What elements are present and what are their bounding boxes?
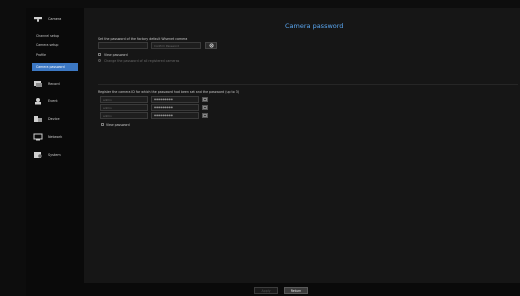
event-icon [33,97,43,105]
camera-id-input[interactable]: admin [100,104,148,111]
view-password-label-2: View password [106,123,130,127]
apply-factory-password-button[interactable] [205,42,217,49]
sidebar: Camera Channel setup Camera setup Profil… [26,8,84,288]
sidebar-category-camera[interactable]: Camera [26,12,84,26]
register-row-button[interactable] [202,97,208,102]
sidebar-category-label: Camera [48,17,62,21]
sidebar-item-camera-setup[interactable]: Camera setup [34,41,80,49]
camera-icon [33,15,43,23]
camera-password-input[interactable]: ●●●●●●●●● [151,112,199,119]
sidebar-category-system[interactable]: System [26,148,84,162]
sidebar-category-event[interactable]: Event [26,94,84,108]
sidebar-category-network[interactable]: Network [26,130,84,144]
sidebar-item-channel-setup[interactable]: Channel setup [34,32,80,40]
system-icon [33,151,43,159]
sidebar-category-label: Event [48,99,58,103]
gear-icon [208,43,214,48]
sidebar-item-camera-password[interactable]: Camera password [32,63,78,71]
register-camera-label: Register the camera ID for which the pas… [98,90,239,94]
sidebar-category-label: System [48,153,61,157]
view-password-checkbox-2[interactable] [101,123,104,126]
camera-id-input[interactable]: admin [100,112,148,119]
factory-password-label: Set the password of the factory default … [98,37,188,41]
section-divider [98,84,518,85]
register-row-button[interactable] [202,105,208,110]
sidebar-category-device[interactable]: Device [26,112,84,126]
change-all-label: Change the password of all registered ca… [104,59,180,63]
sidebar-item-profile[interactable]: Profile [34,51,80,59]
record-icon [33,80,43,88]
device-icon [33,115,43,123]
view-password-label: View password [104,53,128,57]
sidebar-category-label: Device [48,117,60,121]
view-password-checkbox[interactable] [98,53,101,56]
sidebar-category-label: Network [48,135,63,139]
sidebar-category-record[interactable]: Record [26,77,84,91]
camera-password-input[interactable]: ●●●●●●●●● [151,104,199,111]
new-password-input[interactable] [98,42,148,49]
page-title: Camera password [285,22,344,30]
edit-icon [203,98,207,101]
change-all-radio[interactable] [98,59,101,62]
sidebar-category-label: Record [48,82,60,86]
camera-id-input[interactable]: admin [100,96,148,103]
register-row-button[interactable] [202,113,208,118]
settings-window [26,8,520,288]
edit-icon [203,114,207,117]
camera-password-input[interactable]: ●●●●●●●●● [151,96,199,103]
confirm-password-input[interactable]: Confirm Password [151,42,201,49]
network-icon [33,133,43,141]
apply-button[interactable]: Apply [254,287,278,294]
edit-icon [203,106,207,109]
return-button[interactable]: Return [284,287,308,294]
